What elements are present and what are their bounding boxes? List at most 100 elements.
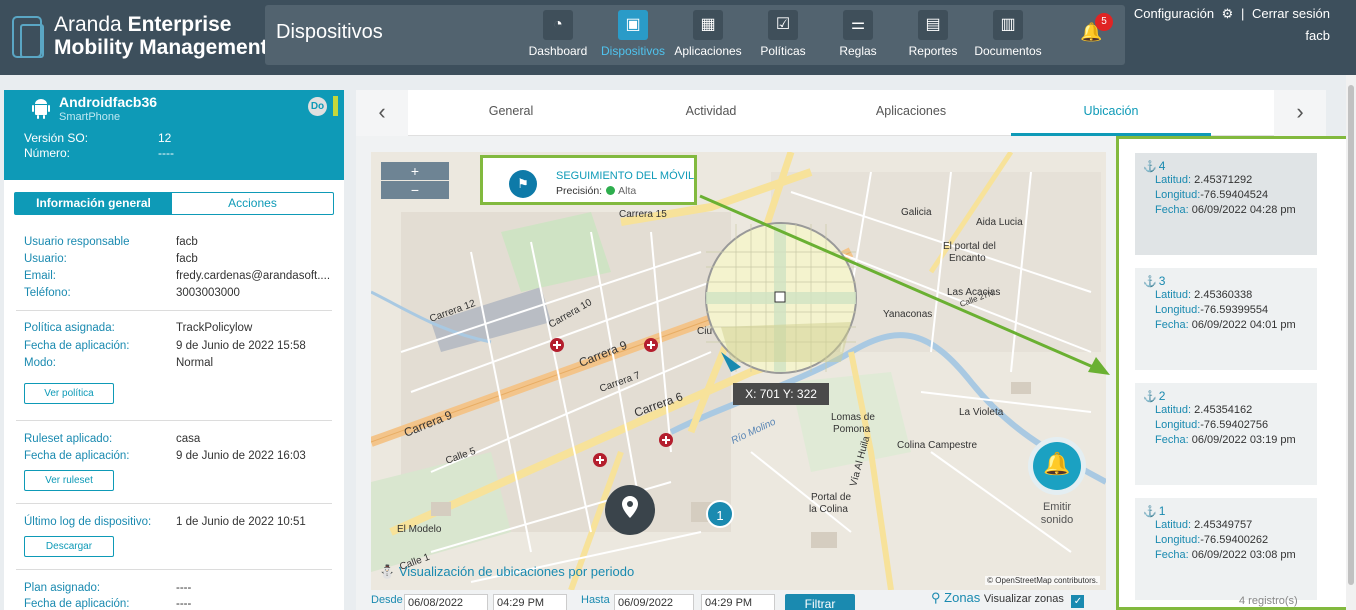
main-nav: Dispositivos ◔ Dashboard ▣ Dispositivos ▦ A…	[265, 5, 1125, 65]
device-name: Androidfacb36	[59, 94, 158, 110]
status-bar	[333, 96, 338, 116]
emit-sound-button[interactable]: 🔔 Emitir sonido	[1027, 437, 1087, 537]
tab-aplicaciones[interactable]: Aplicaciones	[811, 90, 1011, 136]
show-zones-label: Visualizar zonas	[983, 593, 1064, 605]
map-label: Yanaconas	[883, 309, 932, 320]
download-log-button[interactable]: Descargar	[24, 536, 114, 557]
map-label: Pomona	[833, 424, 871, 435]
view-ruleset-button[interactable]: Ver ruleset	[24, 470, 114, 491]
reports-icon: ▤	[918, 10, 948, 40]
map-label: Portal de	[811, 492, 851, 503]
location-cluster-marker[interactable]: 1	[706, 500, 734, 528]
location-map[interactable]: Carrera 15 Carrera 9 Carrera 9 Carrera 6…	[371, 152, 1106, 590]
detail-tabs: ‹ General Actividad Aplicaciones Ubicaci…	[356, 90, 1326, 136]
notification-badge: 5	[1095, 13, 1113, 31]
alarm-bell-icon: 🔔	[1043, 451, 1071, 476]
from-label: Desde	[371, 594, 403, 606]
to-label: Hasta	[581, 594, 610, 606]
list-item[interactable]: ⚓ 3 Latitud: 2.45360338 Longitud:-76.5939…	[1135, 268, 1317, 370]
coordinates-tooltip: X: 701 Y: 322	[733, 383, 829, 405]
user-name: facb	[1305, 28, 1330, 43]
gear-icon[interactable]: ⚙	[1222, 6, 1234, 21]
view-policy-button[interactable]: Ver política	[24, 383, 114, 404]
tab-ubicacion[interactable]: Ubicación	[1011, 90, 1211, 136]
chevron-right-icon[interactable]: ›	[1274, 90, 1326, 136]
page-scrollbar[interactable]	[1346, 75, 1356, 610]
divider	[16, 569, 332, 570]
info-plan-fecha: Fecha de aplicación: ----	[24, 598, 192, 610]
tracking-title: SEGUIMIENTO DEL MÓVIL	[556, 170, 695, 182]
list-item[interactable]: ⚓ 1 Latitud: 2.45349757 Longitud:-76.5940…	[1135, 498, 1317, 600]
emit-sound-label: Emitir sonido	[1040, 501, 1074, 526]
show-zones-checkbox[interactable]: ✓	[1071, 595, 1085, 608]
info-ruleset-fecha: Fecha de aplicación: 9 de Junio de 2022 1…	[24, 450, 306, 462]
map-canvas: Carrera 15 Carrera 9 Carrera 9 Carrera 6…	[371, 152, 1106, 590]
info-politica-fecha: Fecha de aplicación: 9 de Junio de 2022 1…	[24, 340, 306, 352]
filter-button[interactable]: Filtrar	[785, 594, 855, 610]
page-title: Dispositivos	[276, 21, 383, 43]
tab-general[interactable]: General	[411, 90, 611, 136]
android-icon	[32, 97, 50, 119]
map-label: El portal del	[943, 241, 996, 252]
chart-icon: ⛄	[379, 564, 399, 579]
documents-icon: ▥	[993, 10, 1023, 40]
location-record-icon: ⚓	[1143, 276, 1157, 288]
scrollbar-thumb[interactable]	[1348, 85, 1354, 585]
chevron-left-icon[interactable]: ‹	[356, 90, 408, 136]
divider	[16, 310, 332, 311]
from-time-input[interactable]: 04:29 PM	[493, 594, 567, 610]
nav-aplicaciones[interactable]: ▦ Aplicaciones	[668, 10, 748, 62]
zoom-in-button[interactable]: +	[381, 162, 449, 180]
aranda-logo-icon	[12, 16, 44, 58]
tracking-precision: Precisión: Alta	[556, 185, 637, 197]
device-owner-badge: Do	[308, 97, 327, 116]
rules-icon: ⚌	[843, 10, 873, 40]
zones-control: ⚲ Zonas Visualizar zonas ✓	[931, 590, 1085, 608]
app-header: Aranda Enterprise Mobility Management Di…	[0, 0, 1356, 75]
info-telefono: Teléfono: 3003003000	[24, 287, 240, 299]
tab-acciones[interactable]: Acciones	[172, 193, 333, 214]
info-ruleset: Ruleset aplicado: casa	[24, 433, 201, 445]
to-date-input[interactable]: 06/09/2022	[614, 594, 694, 610]
from-date-input[interactable]: 06/08/2022	[404, 594, 488, 610]
map-label: La Violeta	[959, 407, 1004, 418]
list-item[interactable]: ⚓ 2 Latitud: 2.45354162 Longitud:-76.5940…	[1135, 383, 1317, 485]
map-label: Lomas de	[831, 412, 875, 423]
to-time-input[interactable]: 04:29 PM	[701, 594, 775, 610]
nav-reglas[interactable]: ⚌ Reglas	[818, 10, 898, 62]
nav-politicas[interactable]: ☑ Políticas	[743, 10, 823, 62]
nav-dashboard[interactable]: ◔ Dashboard	[518, 10, 598, 62]
zones-link[interactable]: Zonas	[944, 590, 980, 605]
location-pin-icon[interactable]	[605, 485, 655, 535]
zoom-controls: + −	[381, 162, 449, 200]
info-email: Email: fredy.cardenas@arandasoft....	[24, 270, 331, 282]
zone-pin-icon: ⚲	[931, 590, 941, 605]
map-label: Carrera 15	[619, 209, 667, 220]
map-label: Colina Campestre	[897, 440, 977, 451]
tab-actividad[interactable]: Actividad	[611, 90, 811, 136]
location-records-list: ⚓ 4 Latitud: 2.45371292 Longitud:-76.5940…	[1116, 136, 1349, 610]
nav-reportes[interactable]: ▤ Reportes	[893, 10, 973, 62]
date-filter-bar: Desde 06/08/2022 04:29 PM Hasta 06/09/20…	[371, 590, 1106, 610]
map-label: Ciu	[697, 326, 712, 337]
zoom-out-button[interactable]: −	[381, 181, 449, 199]
nav-dispositivos[interactable]: ▣ Dispositivos	[593, 10, 673, 62]
location-record-icon: ⚓	[1143, 506, 1157, 518]
device-info-panel: Androidfacb36 SmartPhone Do Versión SO: 1…	[4, 90, 344, 610]
brand-logo[interactable]: Aranda Enterprise Mobility Management	[12, 14, 268, 62]
logout-link[interactable]: Cerrar sesión	[1252, 6, 1330, 21]
apps-grid-icon: ▦	[693, 10, 723, 40]
brand-line2: Mobility Management	[54, 36, 268, 59]
main-content: ‹ General Actividad Aplicaciones Ubicaci…	[356, 90, 1349, 610]
tracking-panel: ⚑ SEGUIMIENTO DEL MÓVIL Precisión: Alta	[480, 155, 697, 205]
map-attribution: © OpenStreetMap contributors.	[985, 576, 1100, 585]
list-item[interactable]: ⚓ 4 Latitud: 2.45371292 Longitud:-76.5940…	[1135, 153, 1317, 255]
period-visualization-link[interactable]: ⛄ Visualización de ubicaciones por perio…	[379, 564, 634, 580]
os-version-row: Versión SO: 12	[24, 131, 172, 145]
tab-informacion-general[interactable]: Información general	[15, 193, 172, 214]
info-tabs: Información general Acciones	[14, 192, 334, 215]
nav-documentos[interactable]: ▥ Documentos	[968, 10, 1048, 62]
config-link[interactable]: Configuración	[1134, 6, 1214, 21]
location-record-icon: ⚓	[1143, 391, 1157, 403]
precision-dot-icon	[606, 186, 616, 195]
